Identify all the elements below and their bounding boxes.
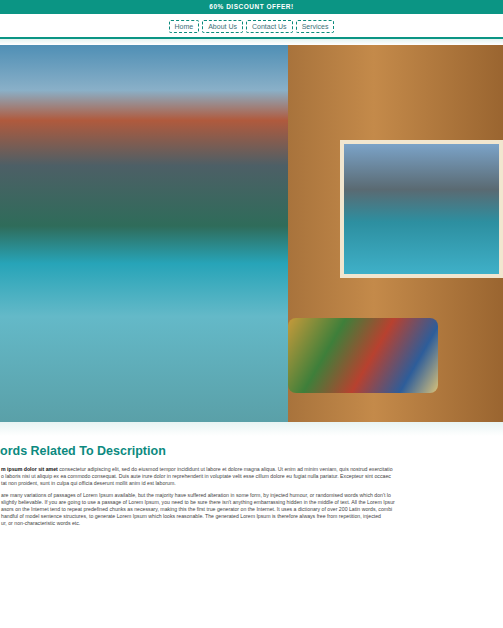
paragraph-line: tat non proident, sunt in culpa qui offi… bbox=[0, 480, 503, 487]
divider bbox=[0, 422, 503, 436]
page: 60% DISCOUNT OFFER!HomeAbout UsContact U… bbox=[0, 0, 503, 628]
nav-link[interactable]: Home bbox=[169, 20, 200, 33]
paragraph-line: are many variations of passages of Lorem… bbox=[0, 492, 503, 499]
section-heading: ords Related To Description bbox=[0, 444, 503, 458]
painting bbox=[340, 140, 503, 278]
nav-bar: HomeAbout UsContact UsServices bbox=[0, 14, 503, 39]
paragraph-line: o laboris nisi ut aliquip ex ea commodo … bbox=[0, 473, 503, 480]
hero-photo bbox=[0, 45, 503, 422]
bold-lead: m ipsum dolor sit amet bbox=[1, 466, 58, 472]
paragraph: m ipsum dolor sit amet consectetur adipi… bbox=[0, 466, 503, 487]
palette bbox=[288, 318, 438, 393]
paragraph-line: asors on the Internet tend to repeat pre… bbox=[0, 506, 503, 513]
paragraph-line: handful of model sentence structures, to… bbox=[0, 513, 503, 520]
discount-banner[interactable]: 60% DISCOUNT OFFER! bbox=[0, 0, 503, 14]
easel-area bbox=[288, 45, 503, 422]
nav-link[interactable]: About Us bbox=[202, 20, 243, 33]
paragraph-line: m ipsum dolor sit amet consectetur adipi… bbox=[0, 466, 503, 473]
paragraph-line: slightly believable. If you are going to… bbox=[0, 499, 503, 506]
paragraph-line: ur, or non-characteristic words etc. bbox=[0, 520, 503, 527]
description-section: ords Related To Description m ipsum dolor… bbox=[0, 436, 503, 527]
nav-link[interactable]: Contact Us bbox=[246, 20, 293, 33]
paragraph: are many variations of passages of Lorem… bbox=[0, 492, 503, 527]
nav-link[interactable]: Services bbox=[296, 20, 335, 33]
